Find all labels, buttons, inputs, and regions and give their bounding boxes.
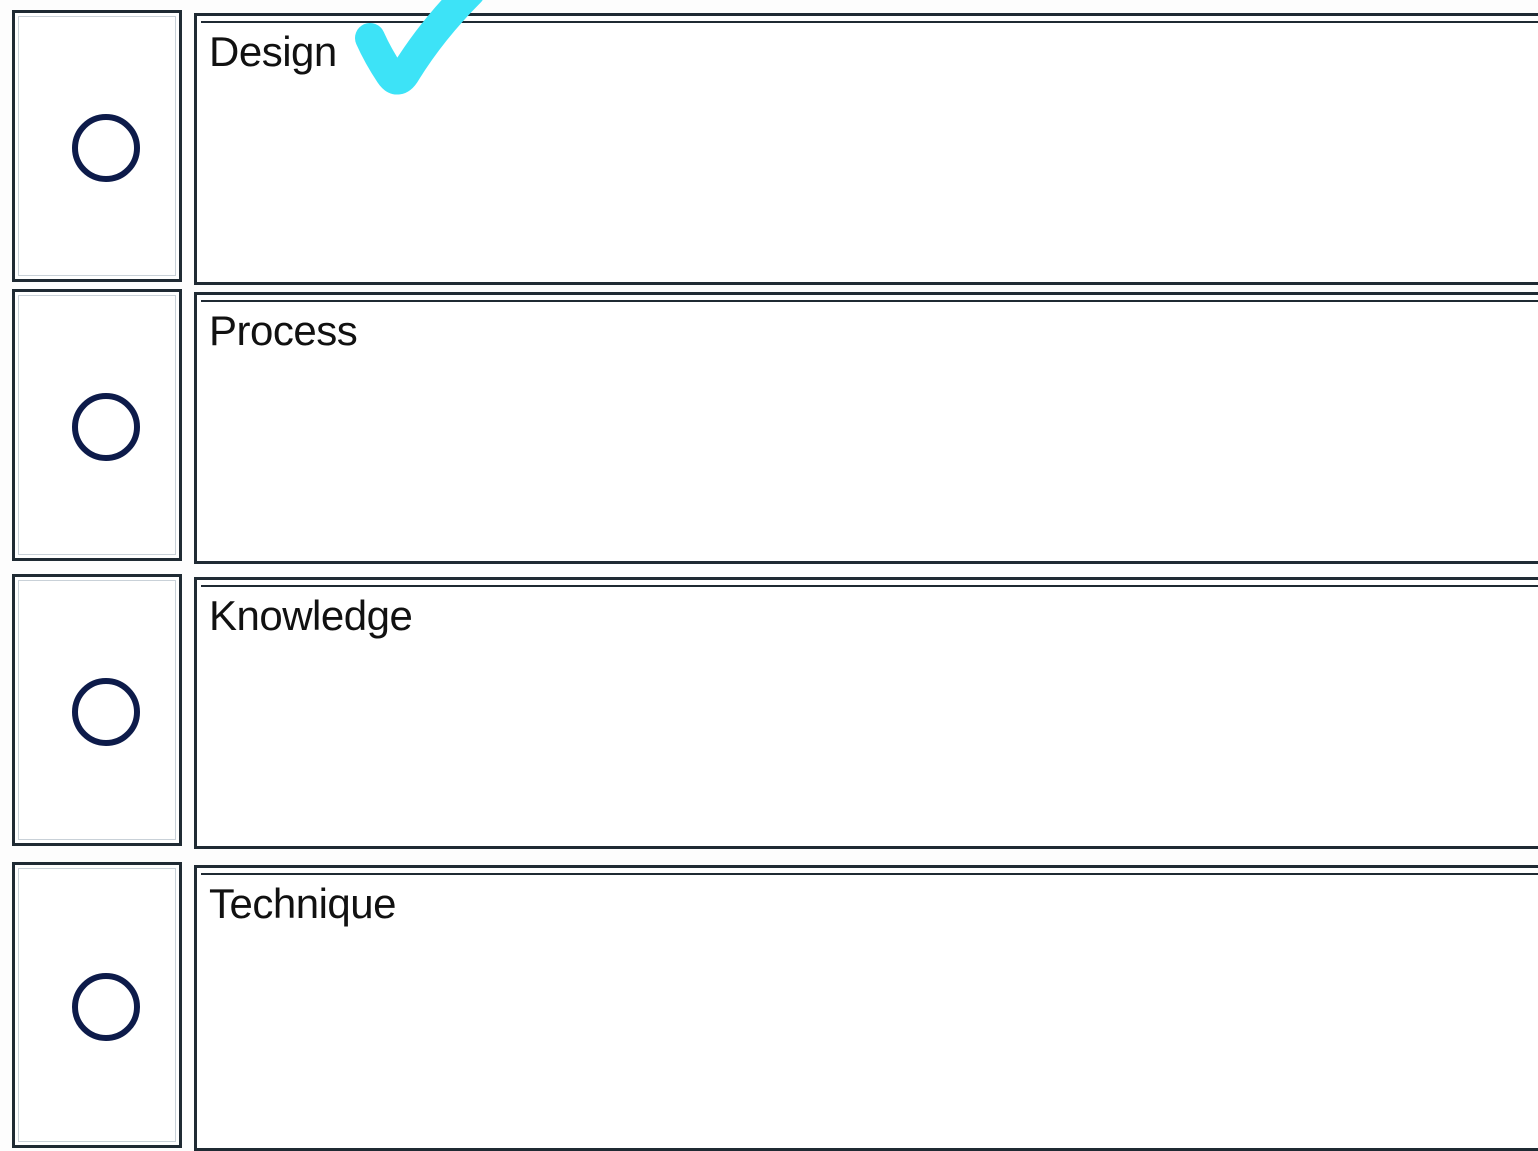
option-label-design: Design (209, 28, 337, 75)
radio-circle-icon[interactable] (72, 114, 140, 182)
radio-cell-technique[interactable] (12, 862, 182, 1148)
radio-cell-design[interactable] (12, 10, 182, 282)
option-row-knowledge: Knowledge (0, 574, 1538, 849)
radio-circle-icon[interactable] (72, 393, 140, 461)
option-box-knowledge[interactable]: Knowledge (194, 577, 1538, 849)
option-row-design: Design (0, 10, 1538, 285)
option-box-technique[interactable]: Technique (194, 865, 1538, 1151)
radio-circle-icon[interactable] (72, 678, 140, 746)
option-box-process[interactable]: Process (194, 292, 1538, 564)
answer-options: Design Process Knowledge Technique (0, 0, 1538, 1151)
option-label-technique: Technique (209, 880, 396, 927)
radio-circle-icon[interactable] (72, 973, 140, 1041)
radio-cell-knowledge[interactable] (12, 574, 182, 846)
option-label-process: Process (209, 307, 358, 354)
checkmark-icon (355, 0, 483, 95)
option-label-knowledge: Knowledge (209, 592, 413, 639)
option-row-process: Process (0, 289, 1538, 564)
option-row-technique: Technique (0, 862, 1538, 1151)
radio-cell-process[interactable] (12, 289, 182, 561)
